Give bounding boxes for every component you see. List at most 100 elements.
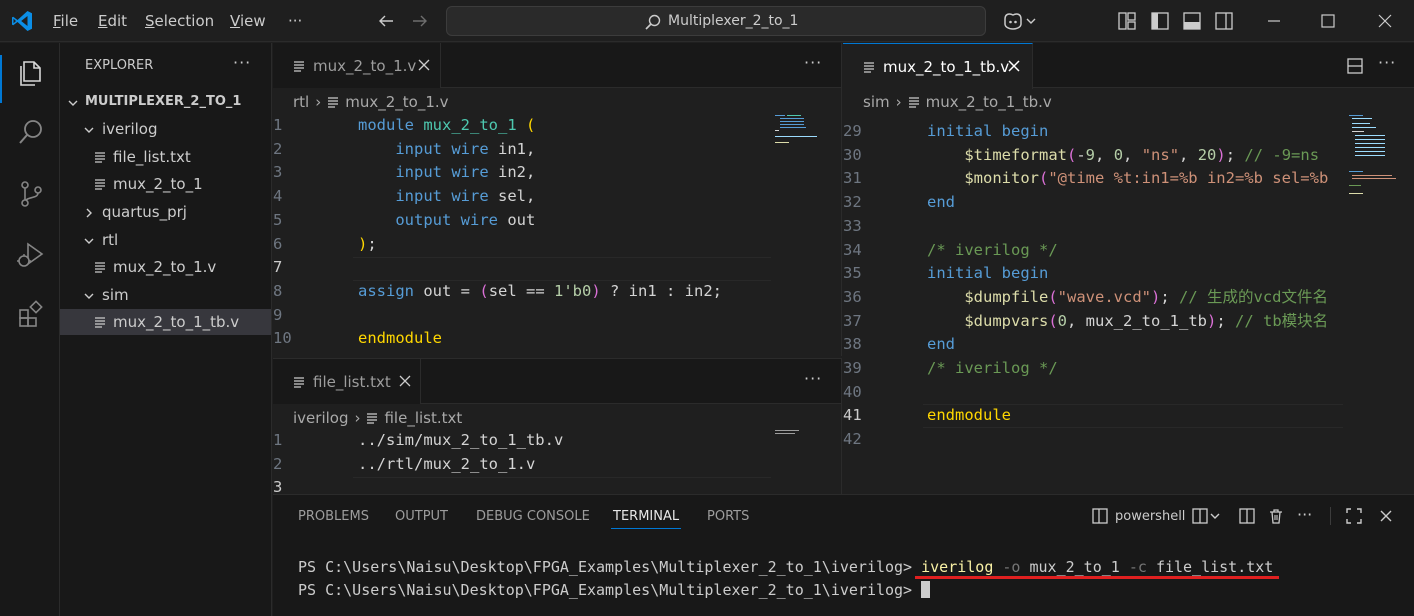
title-bar: File Edit Selection View ··· Multiplexer…: [0, 0, 1414, 42]
tree-folder-iverilog[interactable]: iverilog: [60, 116, 271, 142]
line-number: 33: [843, 216, 862, 235]
tree-folder-sim[interactable]: sim: [60, 282, 271, 308]
panel-tab-terminal[interactable]: TERMINAL: [613, 509, 679, 524]
customize-layout-icon[interactable]: [1117, 11, 1137, 31]
code-line: /* iverilog */: [927, 359, 1058, 377]
tree-item-label: file_list.txt: [113, 148, 191, 166]
terminal-line-1[interactable]: PS C:\Users\Naisu\Desktop\FPGA_Examples\…: [298, 558, 1273, 576]
code-line: $timeformat(-9, 0, "ns", 20); // -9=ns: [964, 145, 1320, 164]
line-number-current: 41: [843, 406, 862, 425]
code-line: input wire in1,: [395, 139, 536, 158]
panel-more-button[interactable]: ···: [1297, 505, 1312, 524]
minimize-icon[interactable]: [1264, 11, 1284, 31]
panel-tab-debug-console[interactable]: DEBUG CONSOLE: [476, 509, 590, 524]
tree-item-label: mux_2_to_1_tb.v: [113, 313, 240, 331]
breadcrumb: iverilog › file_list.txt: [293, 409, 463, 427]
code-area[interactable]: module mux_2_to_1 ( input wire in1, inpu…: [358, 114, 722, 347]
minimap[interactable]: [1349, 113, 1401, 203]
line-number: 8: [273, 281, 283, 300]
line-number: 42: [843, 430, 862, 449]
line-number: 29: [843, 122, 862, 140]
code-area[interactable]: ../sim/mux_2_to_1_tb.v ../rtl/mux_2_to_1…: [358, 429, 563, 494]
panel-tab-ports[interactable]: PORTS: [707, 509, 749, 524]
explorer-title: EXPLORER: [85, 58, 154, 73]
tab-file-list-txt[interactable]: file_list.txt: [273, 359, 421, 404]
maximize-panel-icon[interactable]: [1345, 507, 1363, 525]
run-debug-icon[interactable]: [15, 239, 47, 271]
command-center-search[interactable]: Multiplexer_2_to_1: [446, 6, 986, 36]
tree-root-folder[interactable]: MULTIPLEXER_2_TO_1: [60, 89, 271, 115]
chevron-down-icon[interactable]: [1209, 507, 1221, 525]
text-file-icon: [367, 413, 378, 424]
terminal-line-2[interactable]: PS C:\Users\Naisu\Desktop\FPGA_Examples\…: [298, 581, 931, 599]
tree-file-mux-2-to-1-v[interactable]: mux_2_to_1.v: [60, 254, 271, 280]
terminal-prompt: PS C:\Users\Naisu\Desktop\FPGA_Examples\…: [298, 581, 913, 599]
breadcrumb-file[interactable]: mux_2_to_1.v: [345, 93, 448, 111]
line-number: 9: [273, 305, 283, 324]
code-line: $monitor("@time %t:in1=%b in2=%b sel=%b: [964, 169, 1329, 188]
close-tab-icon[interactable]: [417, 58, 431, 72]
explorer-icon[interactable]: [15, 57, 47, 89]
breadcrumb-folder[interactable]: iverilog: [293, 409, 348, 427]
search-icon: [645, 14, 661, 30]
toggle-secondary-sidebar-icon[interactable]: [1214, 11, 1234, 31]
terminal-arg: mux_2_to_1: [1029, 558, 1120, 576]
tab-mux-2-to-1-tb-v[interactable]: mux_2_to_1_tb.v: [843, 43, 1033, 89]
toggle-panel-icon[interactable]: [1182, 11, 1202, 31]
minimap[interactable]: [775, 113, 823, 213]
forward-arrow-icon[interactable]: [411, 12, 429, 30]
panel-tab-problems[interactable]: PROBLEMS: [298, 509, 369, 524]
panel-tab-output[interactable]: OUTPUT: [395, 509, 448, 524]
menu-edit[interactable]: Edit: [98, 12, 127, 30]
menu-view[interactable]: View: [230, 12, 266, 30]
minimap[interactable]: [775, 429, 823, 439]
breadcrumb-folder[interactable]: sim: [863, 93, 890, 111]
line-number-current: 7: [273, 258, 283, 277]
back-arrow-icon[interactable]: [377, 12, 395, 30]
breadcrumb-file[interactable]: file_list.txt: [384, 409, 462, 427]
terminal-shell-name[interactable]: powershell: [1115, 509, 1185, 524]
menu-file[interactable]: File: [53, 12, 78, 30]
code-line: ../sim/mux_2_to_1_tb.v: [358, 431, 564, 449]
line-number: 30: [843, 145, 862, 164]
chevron-down-icon[interactable]: [1025, 11, 1037, 31]
menu-more[interactable]: ···: [288, 12, 302, 30]
toggle-primary-sidebar-icon[interactable]: [1150, 11, 1170, 31]
breadcrumb-folder[interactable]: rtl: [293, 93, 309, 111]
tree-file-mux-2-to-1[interactable]: mux_2_to_1: [60, 171, 271, 197]
split-terminal-icon[interactable]: [1191, 507, 1209, 525]
tree-file-file-list[interactable]: file_list.txt: [60, 144, 271, 170]
search-icon[interactable]: [15, 116, 47, 148]
close-panel-icon[interactable]: [1377, 507, 1395, 525]
editor-more-button[interactable]: ···: [804, 53, 822, 72]
tab-bar: mux_2_to_1_tb.v ···: [843, 43, 1414, 89]
trash-icon[interactable]: [1267, 507, 1285, 525]
terminal-icon[interactable]: [1091, 507, 1109, 525]
code-line: input wire in2,: [395, 163, 536, 182]
maximize-split-icon[interactable]: [1238, 507, 1256, 525]
text-file-icon: [328, 97, 339, 108]
line-number: 37: [843, 311, 862, 330]
tab-label: mux_2_to_1.v: [313, 57, 417, 75]
current-line-highlight: [353, 257, 771, 281]
breadcrumb-file[interactable]: mux_2_to_1_tb.v: [926, 93, 1052, 111]
tree-root-label: MULTIPLEXER_2_TO_1: [85, 94, 242, 109]
close-tab-icon[interactable]: [398, 374, 412, 388]
tree-file-mux-2-to-1-tb-v[interactable]: mux_2_to_1_tb.v: [60, 309, 271, 335]
menu-selection[interactable]: Selection: [145, 12, 214, 30]
editor-more-button[interactable]: ···: [1378, 53, 1396, 72]
close-window-icon[interactable]: [1375, 11, 1395, 31]
extensions-icon[interactable]: [15, 298, 47, 330]
code-area[interactable]: initial begin $timeformat(-9, 0, "ns", 2…: [927, 120, 1343, 460]
tab-mux-2-to-1-v[interactable]: mux_2_to_1.v: [273, 43, 441, 88]
close-tab-icon[interactable]: [1007, 59, 1021, 73]
copilot-icon[interactable]: [1001, 11, 1025, 31]
editor-more-button[interactable]: ···: [804, 369, 822, 388]
source-control-icon[interactable]: [15, 178, 47, 210]
tree-folder-rtl[interactable]: rtl: [60, 227, 271, 253]
explorer-more-button[interactable]: ···: [233, 53, 251, 72]
maximize-icon[interactable]: [1318, 11, 1338, 31]
tree-folder-quartus-prj[interactable]: quartus_prj: [60, 199, 271, 225]
split-editor-icon[interactable]: [1346, 57, 1364, 75]
code-line: output wire out: [395, 210, 536, 229]
